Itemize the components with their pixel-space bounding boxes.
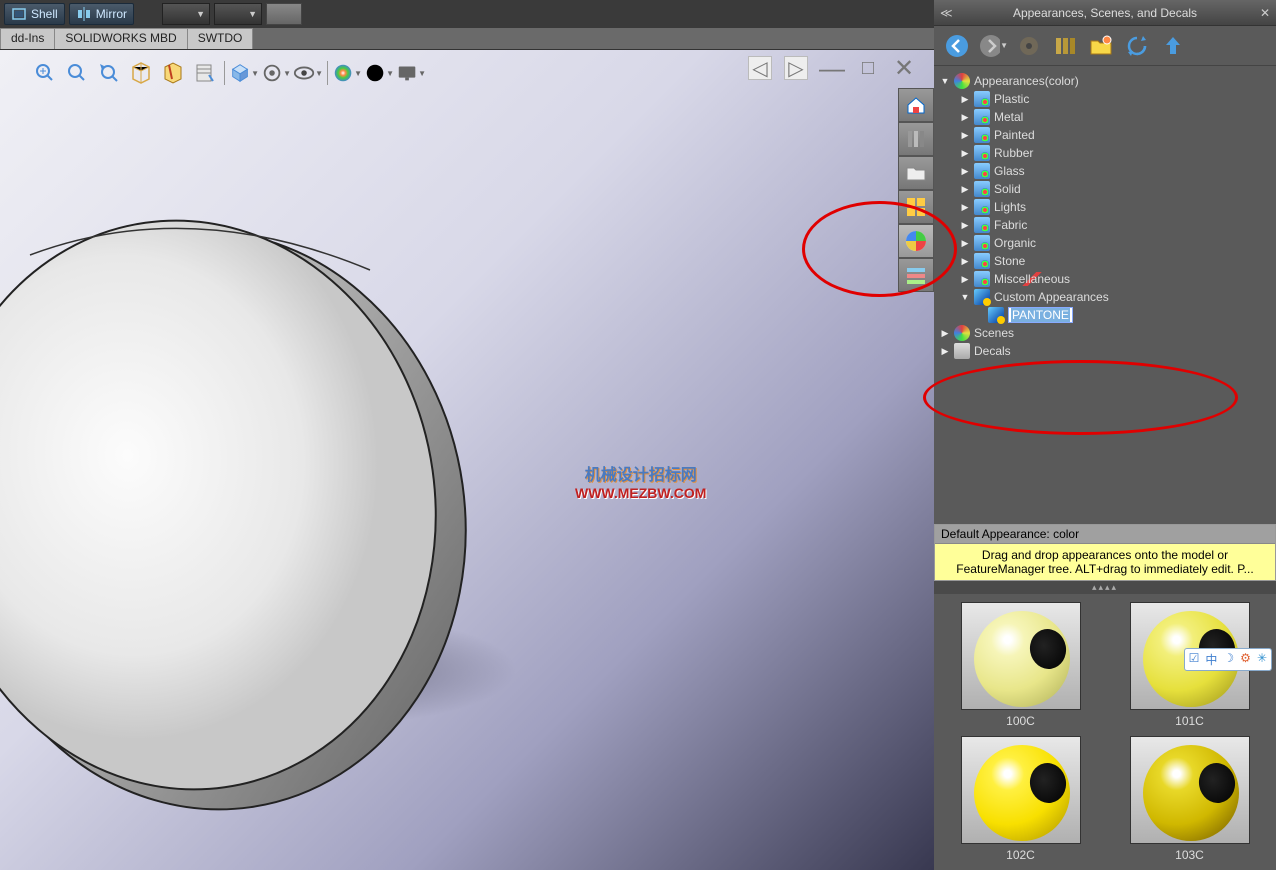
model-disc[interactable] xyxy=(0,210,500,770)
tree-item[interactable]: ▶Solid xyxy=(938,180,1272,198)
float-star-icon[interactable]: ✳ xyxy=(1257,651,1267,668)
custom-props-tab-icon[interactable] xyxy=(898,258,934,292)
blank-button[interactable] xyxy=(266,3,302,25)
task-pane-title: ≪ Appearances, Scenes, and Decals ✕ xyxy=(934,0,1276,26)
folder-icon xyxy=(974,271,990,287)
folder-icon xyxy=(974,181,990,197)
tab-mbd[interactable]: SOLIDWORKS MBD xyxy=(54,28,187,49)
mirror-label: Mirror xyxy=(96,7,127,21)
folder-icon xyxy=(974,127,990,143)
open-folder-icon[interactable] xyxy=(1086,31,1116,61)
default-appearance-hint: Default Appearance: color Drag and drop … xyxy=(934,524,1276,581)
float-lang-icon[interactable]: 中 xyxy=(1205,651,1217,668)
graphics-viewport[interactable]: ▼ ▼ ▼ ▼ ▼ ▼ ◁ ▷ — □ ✕ 机械设计招标网 WWW.MEZBW.… xyxy=(0,50,934,870)
close-icon[interactable]: ✕ xyxy=(892,56,916,80)
tree-item[interactable]: ▶Plastic xyxy=(938,90,1272,108)
tree-item[interactable]: ▶Fabric xyxy=(938,216,1272,234)
file-explorer-tab-icon[interactable] xyxy=(898,156,934,190)
history-icon[interactable] xyxy=(1050,31,1080,61)
appearances-tab-icon[interactable] xyxy=(898,224,934,258)
tree-item[interactable]: ▶Metal xyxy=(938,108,1272,126)
view-settings-icon[interactable]: ▼ xyxy=(396,58,426,88)
shell-label: Shell xyxy=(31,7,58,21)
forward-icon[interactable]: ▼ xyxy=(978,31,1008,61)
shell-button[interactable]: Shell xyxy=(4,3,65,25)
minimize-icon[interactable]: — xyxy=(820,56,844,80)
design-library-tab-icon[interactable] xyxy=(898,122,934,156)
appearance-swatches: 100C101C102C103C xyxy=(934,594,1276,870)
paint-icon[interactable] xyxy=(1014,31,1044,61)
maximize-icon[interactable]: □ xyxy=(856,56,880,80)
tree-scenes[interactable]: Scenes xyxy=(974,326,1014,340)
decals-icon xyxy=(954,343,970,359)
dropdown-1[interactable]: ▼ xyxy=(162,3,210,25)
view-palette-tab-icon[interactable] xyxy=(898,190,934,224)
next-doc-icon[interactable]: ▷ xyxy=(784,56,808,80)
folder-icon xyxy=(974,145,990,161)
tree-item[interactable]: ▶Miscellaneous xyxy=(938,270,1272,288)
tree-item[interactable]: ▶Painted xyxy=(938,126,1272,144)
custom-folder-icon xyxy=(974,289,990,305)
hide-show-icon[interactable]: ▼ xyxy=(293,58,323,88)
folder-icon xyxy=(974,109,990,125)
tree-item[interactable]: ▶Glass xyxy=(938,162,1272,180)
float-gear-icon[interactable]: ⚙ xyxy=(1240,651,1251,668)
zoom-fit-icon[interactable] xyxy=(30,58,60,88)
tree-item[interactable]: ▶Organic xyxy=(938,234,1272,252)
collapse-icon[interactable]: ≪ xyxy=(940,6,953,20)
sphere-icon xyxy=(954,73,970,89)
tab-swtdo[interactable]: SWTDO xyxy=(187,28,254,49)
folder-icon xyxy=(974,91,990,107)
task-pane-tabs xyxy=(898,88,934,292)
scenes-icon xyxy=(954,325,970,341)
swatch-102C[interactable]: 102C xyxy=(946,736,1096,862)
apply-scene-icon[interactable]: ▼ xyxy=(364,58,394,88)
task-pane-toolbar: ▼ xyxy=(934,26,1276,66)
refresh-icon[interactable] xyxy=(1122,31,1152,61)
prev-view-icon[interactable] xyxy=(94,58,124,88)
dynamic-annotation-icon[interactable] xyxy=(158,58,188,88)
mirror-button[interactable]: Mirror xyxy=(69,3,134,25)
tree-custom[interactable]: Custom Appearances xyxy=(994,290,1109,304)
tree-decals[interactable]: Decals xyxy=(974,344,1011,358)
section-view-icon[interactable] xyxy=(126,58,156,88)
float-moon-icon[interactable]: ☽ xyxy=(1223,651,1234,668)
view-orientation-icon[interactable]: ▼ xyxy=(229,58,259,88)
up-arrow-icon[interactable] xyxy=(1158,31,1188,61)
tree-item[interactable]: ▶Stone xyxy=(938,252,1272,270)
home-tab-icon[interactable] xyxy=(898,88,934,122)
pantone-edit[interactable]: PANTONE xyxy=(1008,307,1073,323)
swatch-100C[interactable]: 100C xyxy=(946,602,1096,728)
folder-icon xyxy=(974,217,990,233)
floating-toolbar[interactable]: ☑ 中 ☽ ⚙ ✳ xyxy=(1184,648,1272,671)
folder-icon xyxy=(974,235,990,251)
folder-icon xyxy=(974,199,990,215)
window-controls: ◁ ▷ — □ ✕ xyxy=(748,56,916,80)
tree-root[interactable]: Appearances(color) xyxy=(974,74,1079,88)
tree-item[interactable]: ▶Rubber xyxy=(938,144,1272,162)
back-icon[interactable] xyxy=(942,31,972,61)
tree-item[interactable]: ▶Lights xyxy=(938,198,1272,216)
resize-grabber[interactable]: ▴▴▴▴ xyxy=(934,581,1276,594)
float-check-icon[interactable]: ☑ xyxy=(1189,651,1200,668)
folder-icon xyxy=(974,253,990,269)
edit-appearance-icon[interactable]: ▼ xyxy=(332,58,362,88)
heads-up-view-toolbar: ▼ ▼ ▼ ▼ ▼ ▼ xyxy=(30,58,426,88)
zoom-area-icon[interactable] xyxy=(62,58,92,88)
tab-addins[interactable]: dd-Ins xyxy=(0,28,55,49)
prev-doc-icon[interactable]: ◁ xyxy=(748,56,772,80)
pane-close-icon[interactable]: ✕ xyxy=(1260,6,1270,20)
separator xyxy=(224,61,225,85)
swatch-103C[interactable]: 103C xyxy=(1115,736,1265,862)
appearance-tree[interactable]: ▼Appearances(color) ▶Plastic▶Metal▶Paint… xyxy=(934,66,1276,366)
folder-icon xyxy=(974,163,990,179)
3d-drawing-icon[interactable] xyxy=(190,58,220,88)
dropdown-2[interactable]: ▼ xyxy=(214,3,262,25)
lower-panel: Default Appearance: color Drag and drop … xyxy=(934,524,1276,870)
pantone-icon xyxy=(988,307,1004,323)
display-style-icon[interactable]: ▼ xyxy=(261,58,291,88)
separator xyxy=(327,61,328,85)
watermark: 机械设计招标网 WWW.MEZBW.COM xyxy=(575,466,706,502)
appearances-task-pane: ≪ Appearances, Scenes, and Decals ✕ ▼ ▼A… xyxy=(934,0,1276,870)
